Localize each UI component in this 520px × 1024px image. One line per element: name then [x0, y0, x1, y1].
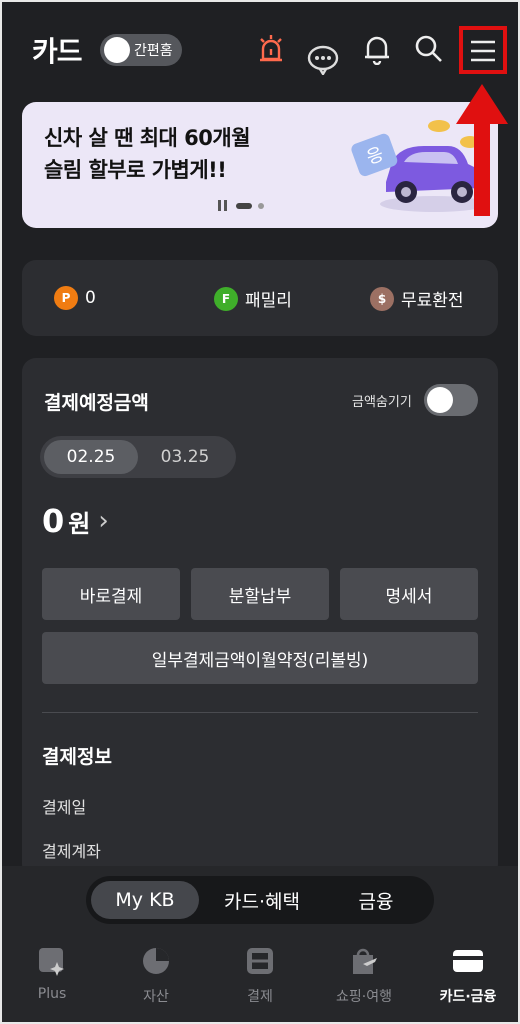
tab-label: 결제 — [247, 989, 273, 1005]
family-f-icon: F — [214, 286, 238, 311]
plus-star-icon — [35, 944, 69, 978]
family-item[interactable]: F 패밀리 — [214, 286, 292, 311]
tab-label: 자산 — [143, 989, 169, 1005]
pay-now-button[interactable]: 바로결제 — [42, 568, 180, 620]
point-value: 0 — [85, 288, 96, 308]
segment-control: My KB 카드·혜택 금융 — [86, 876, 434, 924]
installment-button[interactable]: 분할납부 — [191, 568, 329, 620]
bottom-nav: My KB 카드·혜택 금융 Plus 자산 결제 쇼핑·여행 카드·금융 — [0, 866, 520, 1024]
payment-amount[interactable]: 0 원 › — [42, 502, 109, 540]
scan-icon — [243, 944, 277, 978]
point-p-icon: P — [54, 286, 78, 310]
menu-highlight-box — [459, 26, 507, 74]
credit-card-icon — [451, 944, 485, 978]
pager-dot-active — [236, 203, 252, 209]
tab-label: Plus — [37, 986, 67, 1002]
dollar-icon: $ — [370, 286, 394, 311]
tab-assets[interactable]: 자산 — [104, 940, 208, 1024]
month-tab-next[interactable]: 03.25 — [138, 440, 232, 474]
payment-info-title: 결제정보 — [42, 746, 112, 768]
tab-card-finance[interactable]: 카드·금융 — [416, 940, 520, 1024]
month-selector: 02.25 03.25 — [40, 436, 236, 478]
tab-bar: Plus 자산 결제 쇼핑·여행 카드·금융 — [0, 940, 520, 1024]
toggle-knob — [104, 37, 130, 63]
payment-account-label: 결제계좌 — [42, 842, 101, 861]
pie-chart-icon — [139, 944, 173, 978]
point-item[interactable]: P 0 — [54, 286, 96, 310]
segment-finance[interactable]: 금융 — [326, 881, 426, 919]
free-exchange-label: 무료환전 — [401, 291, 464, 311]
free-exchange-item[interactable]: $ 무료환전 — [370, 286, 464, 311]
pager-dot — [258, 203, 264, 209]
toggle-knob — [427, 387, 453, 413]
month-tab-current[interactable]: 02.25 — [44, 440, 138, 474]
arrow-up-annotation-icon — [456, 84, 508, 216]
shopping-bag-plane-icon — [347, 944, 381, 978]
amount-unit: 원 — [68, 509, 91, 538]
pause-icon[interactable] — [218, 200, 230, 212]
tab-payment[interactable]: 결제 — [208, 940, 312, 1024]
banner-pager — [218, 200, 264, 212]
tab-label: 카드·금융 — [439, 989, 497, 1005]
search-icon[interactable] — [412, 32, 446, 66]
payment-title: 결제예정금액 — [44, 392, 149, 414]
banner-text: 신차 살 땐 최대 60개월 슬림 할부로 가볍게!! — [44, 122, 251, 186]
statement-button[interactable]: 명세서 — [340, 568, 478, 620]
tab-shopping-travel[interactable]: 쇼핑·여행 — [312, 940, 416, 1024]
hide-amount-label: 금액숨기기 — [352, 395, 412, 410]
tab-label: 쇼핑·여행 — [336, 989, 392, 1005]
banner-line-2: 슬림 할부로 가볍게!! — [44, 158, 227, 182]
payment-date-label: 결제일 — [42, 798, 87, 817]
revolving-button[interactable]: 일부결제금액이월약정(리볼빙) — [42, 632, 478, 684]
family-label: 패밀리 — [245, 291, 292, 311]
hide-amount-toggle[interactable] — [424, 384, 478, 416]
bell-icon[interactable] — [360, 32, 394, 66]
divider — [42, 712, 478, 713]
tab-plus[interactable]: Plus — [0, 940, 104, 1024]
points-row: P 0 F 패밀리 $ 무료환전 — [22, 260, 498, 336]
simple-home-toggle[interactable]: 간편홈 — [100, 34, 182, 66]
alert-siren-icon[interactable] — [254, 32, 288, 66]
payment-card: 결제예정금액 금액숨기기 02.25 03.25 0 원 › 바로결제 분할납부… — [22, 358, 498, 878]
banner-line-1: 신차 살 땐 최대 60개월 — [44, 126, 251, 150]
amount-value: 0 — [42, 502, 65, 540]
chevron-right-icon: › — [98, 506, 109, 536]
chatbot-icon[interactable] — [306, 42, 340, 76]
simple-home-label: 간편홈 — [134, 43, 173, 59]
segment-card-benefit[interactable]: 카드·혜택 — [202, 881, 322, 919]
page-title: 카드 — [32, 35, 83, 68]
top-header: 카드 간편홈 — [0, 0, 520, 96]
segment-my-kb[interactable]: My KB — [91, 881, 199, 919]
